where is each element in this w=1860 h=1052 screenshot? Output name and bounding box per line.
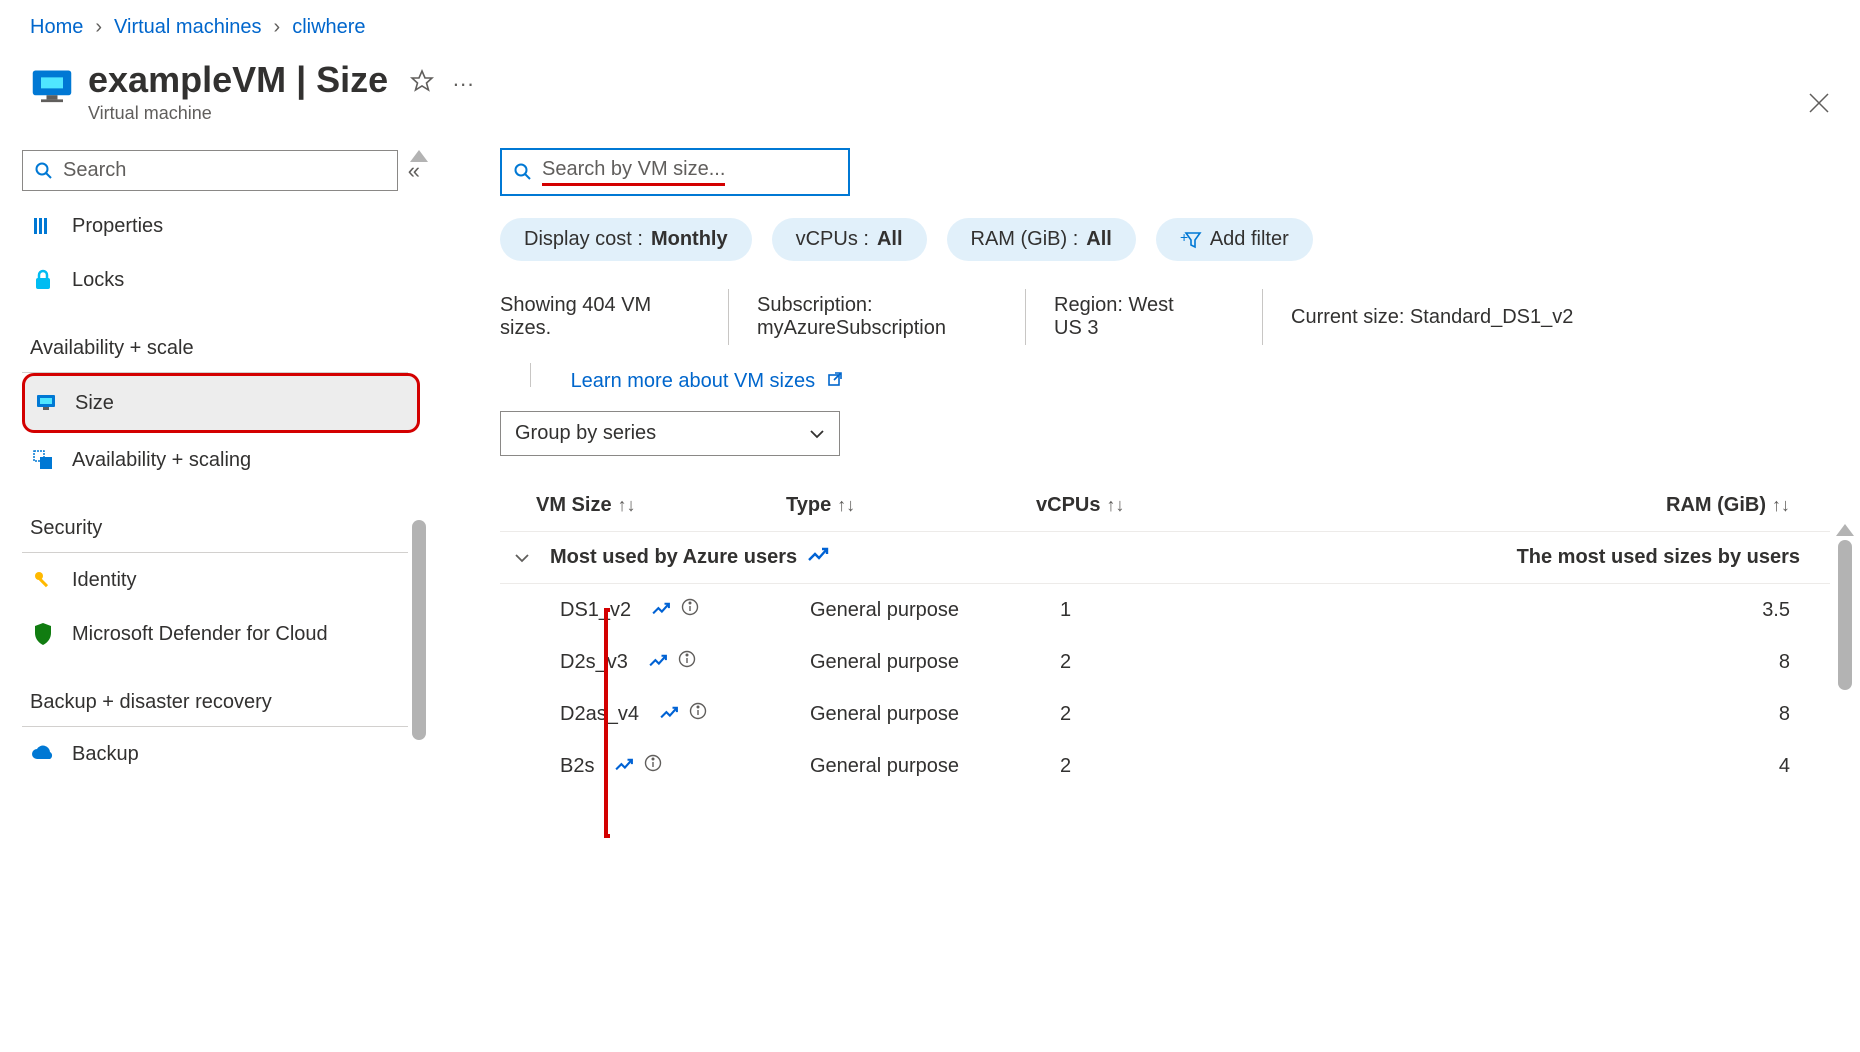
annotation-bracket — [604, 608, 610, 838]
column-vm-size[interactable]: VM Size↑↓ — [536, 494, 786, 517]
info-icon[interactable] — [689, 702, 707, 726]
sidebar-section-availability: Availability + scale — [22, 307, 408, 373]
column-type[interactable]: Type↑↓ — [786, 494, 1036, 517]
info-showing-count: Showing 404 VM sizes. — [500, 294, 700, 340]
sidebar-section-security: Security — [22, 487, 408, 553]
sidebar-item-label: Size — [75, 392, 114, 415]
sort-icon: ↑↓ — [1772, 495, 1790, 515]
sidebar-item-label: Locks — [72, 269, 124, 292]
info-icon[interactable] — [644, 754, 662, 778]
scaling-icon — [30, 447, 56, 473]
breadcrumb-vms[interactable]: Virtual machines — [114, 16, 261, 39]
sidebar-item-size[interactable]: Size — [22, 373, 420, 433]
table-row[interactable]: D2s_v3General purpose28 — [500, 636, 1830, 688]
trend-up-icon — [648, 651, 668, 674]
sidebar-item-label: Availability + scaling — [72, 449, 251, 472]
info-subscription: Subscription: myAzureSubscription — [757, 294, 997, 340]
info-icon[interactable] — [681, 598, 699, 622]
main-scrollbar[interactable] — [1838, 540, 1852, 690]
breadcrumb-current[interactable]: cliwhere — [292, 16, 365, 39]
vm-size-icon — [33, 390, 59, 416]
page-subtitle: Virtual machine — [88, 103, 388, 124]
shield-icon — [30, 621, 56, 647]
sidebar-search-input[interactable]: Search — [22, 150, 398, 191]
key-icon — [30, 567, 56, 593]
table-row[interactable]: DS1_v2General purpose13.5 — [500, 584, 1830, 636]
sidebar-item-availability-scaling[interactable]: Availability + scaling — [22, 433, 420, 487]
trend-up-icon — [651, 599, 671, 622]
main-content: Search by VM size... Display cost : Mont… — [430, 140, 1860, 1032]
sort-icon: ↑↓ — [1106, 495, 1124, 515]
group-by-select[interactable]: Group by series — [500, 411, 840, 456]
close-button[interactable] — [1808, 90, 1830, 121]
sidebar-section-backup: Backup + disaster recovery — [22, 661, 408, 727]
cloud-backup-icon — [30, 741, 56, 767]
properties-icon — [30, 213, 56, 239]
filter-vcpus[interactable]: vCPUs : All — [772, 218, 927, 261]
lock-icon — [30, 267, 56, 293]
vm-icon — [30, 65, 74, 109]
sort-icon: ↑↓ — [837, 495, 855, 515]
sort-icon: ↑↓ — [618, 495, 636, 515]
breadcrumb: Home › Virtual machines › cliwhere — [0, 0, 1860, 49]
add-filter-button[interactable]: + Add filter — [1156, 218, 1313, 261]
info-current-size: Current size: Standard_DS1_v2 — [1291, 306, 1603, 329]
sidebar-item-label: Backup — [72, 743, 139, 766]
chevron-right-icon: › — [95, 16, 102, 39]
trend-up-icon — [659, 703, 679, 726]
scroll-up-icon[interactable] — [410, 150, 428, 162]
scroll-up-icon[interactable] — [1836, 524, 1854, 536]
more-icon[interactable]: ··· — [452, 71, 474, 97]
trend-up-icon — [614, 755, 634, 778]
sidebar-scrollbar[interactable] — [412, 520, 426, 740]
sidebar-item-locks[interactable]: Locks — [22, 253, 420, 307]
sidebar-item-label: Microsoft Defender for Cloud — [72, 623, 328, 646]
favorite-star-icon[interactable] — [410, 69, 434, 98]
chevron-right-icon: › — [274, 16, 281, 39]
filter-ram[interactable]: RAM (GiB) : All — [947, 218, 1136, 261]
info-region: Region: West US 3 — [1054, 294, 1234, 340]
trend-up-icon — [807, 546, 829, 569]
column-vcpus[interactable]: vCPUs↑↓ — [1036, 494, 1286, 517]
table-group-row[interactable]: Most used by Azure users The most used s… — [500, 531, 1830, 584]
table-row[interactable]: D2as_v4General purpose28 — [500, 688, 1830, 740]
sidebar-item-label: Identity — [72, 569, 136, 592]
chevron-down-icon — [514, 546, 530, 569]
sidebar-item-identity[interactable]: Identity — [22, 553, 420, 607]
info-icon[interactable] — [678, 650, 696, 674]
sidebar-item-backup[interactable]: Backup — [22, 727, 420, 781]
chevron-down-icon — [809, 422, 825, 445]
sidebar-item-label: Properties — [72, 215, 163, 238]
learn-more-link[interactable]: Learn more about VM sizes — [571, 370, 843, 392]
filter-display-cost[interactable]: Display cost : Monthly — [500, 218, 752, 261]
vm-size-search-input[interactable]: Search by VM size... — [500, 148, 850, 196]
breadcrumb-home[interactable]: Home — [30, 16, 83, 39]
sidebar: Search « Properties Locks Availability +… — [0, 140, 430, 1032]
column-ram[interactable]: RAM (GiB)↑↓ — [1286, 494, 1830, 517]
sidebar-item-defender[interactable]: Microsoft Defender for Cloud — [22, 607, 420, 661]
add-filter-icon: + — [1180, 230, 1202, 250]
table-header: VM Size↑↓ Type↑↓ vCPUs↑↓ RAM (GiB)↑↓ — [500, 480, 1830, 531]
sidebar-item-properties[interactable]: Properties — [22, 199, 420, 253]
page-title: exampleVM | Size — [88, 59, 388, 101]
external-link-icon — [827, 370, 843, 392]
table-row[interactable]: B2sGeneral purpose24 — [500, 740, 1830, 792]
